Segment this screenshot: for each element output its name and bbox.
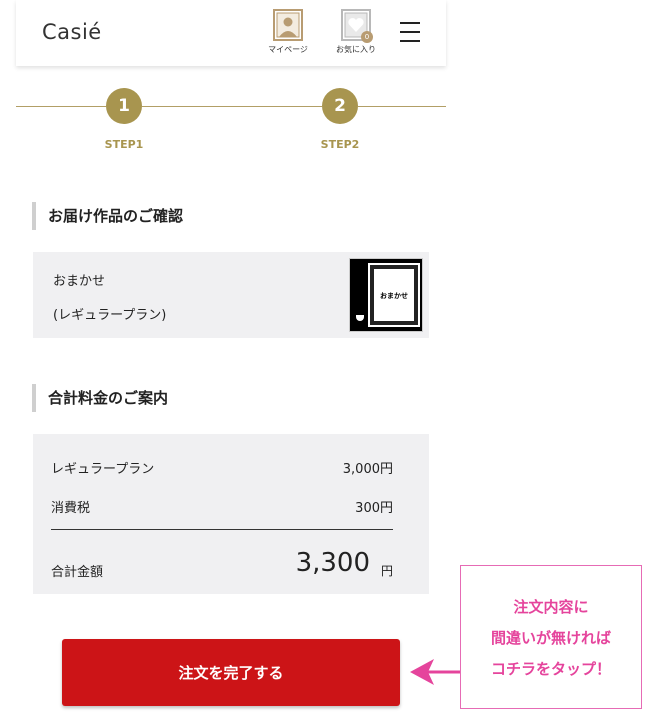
site-logo[interactable]: Casié	[42, 20, 102, 44]
artwork-thumbnail: おまかせ	[349, 258, 423, 332]
artwork-frame-text: おまかせ	[380, 292, 408, 300]
total-amount: 3,300	[295, 548, 370, 578]
step-1-label: STEP1	[104, 138, 144, 151]
pricing-card: レギュラープラン 3,000円 消費税 300円 合計金額 3,300 円	[33, 434, 429, 594]
mypage-label: マイページ	[268, 45, 308, 54]
step-progress: 1 STEP1 2 STEP2	[16, 88, 446, 158]
callout-line: コチラをタップ！	[490, 660, 611, 678]
plan-type: (レギュラープラン)	[53, 308, 167, 323]
delivery-section-title: お届け作品のご確認	[32, 202, 183, 230]
step-2-circle: 2	[322, 88, 358, 124]
total-unit: 円	[380, 564, 393, 578]
progress-line	[16, 106, 106, 107]
mypage-icon	[273, 9, 303, 41]
callout-line: 間違いが無ければ	[490, 629, 611, 647]
price-row-label: レギュラープラン	[51, 462, 155, 477]
price-divider	[51, 529, 393, 530]
price-row-label: 消費税	[51, 501, 91, 516]
step-1-circle: 1	[106, 88, 142, 124]
complete-order-button[interactable]: 注文を完了する	[62, 639, 400, 706]
plan-name: おまかせ	[53, 274, 106, 289]
total-label: 合計金額	[51, 565, 104, 580]
site-header: Casié マイページ 0 お気に入り	[16, 0, 446, 66]
favorites-count-badge: 0	[361, 31, 373, 43]
delivery-item-card: おまかせ (レギュラープラン) おまかせ	[33, 252, 429, 338]
instruction-callout: 注文内容に 間違いが無ければ コチラをタップ！	[460, 565, 642, 709]
cup-icon	[356, 315, 364, 321]
progress-line	[358, 106, 446, 107]
step-2-label: STEP2	[320, 138, 360, 151]
artwork-frame: おまかせ	[368, 263, 420, 327]
favorites-button[interactable]: 0 お気に入り	[326, 9, 386, 55]
price-row-value: 3,000円	[342, 462, 393, 477]
price-row: 消費税 300円	[51, 497, 393, 516]
pricing-section-title: 合計料金のご案内	[32, 384, 168, 412]
price-row-value: 300円	[355, 501, 393, 516]
mypage-button[interactable]: マイページ	[258, 9, 318, 55]
pointer-arrow-icon	[410, 659, 462, 685]
price-row: レギュラープラン 3,000円	[51, 458, 393, 477]
hamburger-menu-icon[interactable]	[400, 22, 420, 44]
favorites-label: お気に入り	[336, 45, 376, 54]
progress-line	[142, 106, 322, 107]
callout-line: 注文内容に	[513, 598, 589, 616]
